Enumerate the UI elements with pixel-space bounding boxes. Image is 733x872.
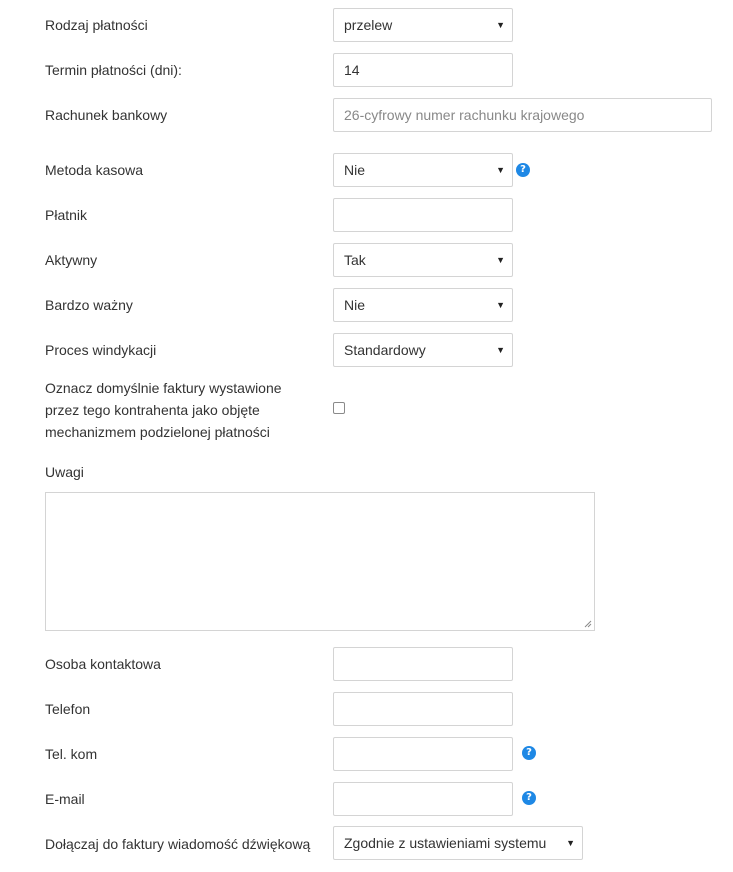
very-important-label: Bardzo ważny bbox=[45, 297, 133, 313]
split-payment-label-line: przez tego kontrahenta jako objęte bbox=[45, 402, 260, 418]
notes-textarea[interactable] bbox=[45, 492, 595, 631]
split-payment-label-line: Oznacz domyślnie faktury wystawione bbox=[45, 380, 282, 396]
cash-method-value: Nie bbox=[344, 162, 366, 178]
collection-process-value: Standardowy bbox=[344, 342, 426, 358]
active-value: Tak bbox=[344, 252, 366, 268]
caret-down-icon: ▼ bbox=[496, 300, 505, 310]
caret-down-icon: ▼ bbox=[496, 20, 505, 30]
voice-message-label: Dołączaj do faktury wiadomość dźwiękową bbox=[45, 836, 311, 852]
help-icon[interactable]: ? bbox=[522, 791, 536, 805]
voice-message-value: Zgodnie z ustawieniami systemu bbox=[344, 835, 547, 851]
caret-down-icon: ▼ bbox=[566, 838, 575, 848]
resize-grip-icon[interactable] bbox=[584, 620, 592, 628]
payment-type-label: Rodzaj płatności bbox=[45, 17, 148, 33]
payment-type-value: przelew bbox=[344, 17, 393, 33]
bank-account-input[interactable]: 26-cyfrowy numer rachunku krajowego bbox=[333, 98, 712, 132]
bank-account-label: Rachunek bankowy bbox=[45, 107, 168, 123]
mobile-input[interactable] bbox=[333, 737, 513, 771]
split-payment-label: Oznacz domyślnie faktury wystawione prze… bbox=[45, 377, 282, 443]
payment-term-label: Termin płatności (dni): bbox=[45, 62, 182, 78]
payer-label: Płatnik bbox=[45, 207, 88, 223]
email-input[interactable] bbox=[333, 782, 513, 816]
very-important-select[interactable]: Nie ▼ bbox=[333, 288, 513, 322]
caret-down-icon: ▼ bbox=[496, 165, 505, 175]
collection-process-select[interactable]: Standardowy ▼ bbox=[333, 333, 513, 367]
very-important-value: Nie bbox=[344, 297, 366, 313]
phone-input[interactable] bbox=[333, 692, 513, 726]
contact-person-label: Osoba kontaktowa bbox=[45, 656, 161, 672]
caret-down-icon: ▼ bbox=[496, 345, 505, 355]
voice-message-select[interactable]: Zgodnie z ustawieniami systemu ▼ bbox=[333, 826, 583, 860]
cash-method-label: Metoda kasowa bbox=[45, 162, 144, 178]
mobile-label: Tel. kom bbox=[45, 746, 98, 762]
payment-term-value: 14 bbox=[344, 62, 360, 78]
collection-process-label: Proces windykacji bbox=[45, 342, 157, 358]
bank-account-placeholder: 26-cyfrowy numer rachunku krajowego bbox=[344, 107, 585, 123]
caret-down-icon: ▼ bbox=[496, 255, 505, 265]
split-payment-checkbox[interactable] bbox=[333, 402, 345, 414]
help-icon[interactable]: ? bbox=[522, 746, 536, 760]
active-select[interactable]: Tak ▼ bbox=[333, 243, 513, 277]
active-label: Aktywny bbox=[45, 252, 98, 268]
cash-method-select[interactable]: Nie ▼ bbox=[333, 153, 513, 187]
payment-term-input[interactable]: 14 bbox=[333, 53, 513, 87]
phone-label: Telefon bbox=[45, 701, 91, 717]
email-label: E-mail bbox=[45, 791, 85, 807]
help-icon[interactable]: ? bbox=[516, 163, 530, 177]
contact-person-input[interactable] bbox=[333, 647, 513, 681]
split-payment-label-line: mechanizmem podzielonej płatności bbox=[45, 424, 270, 440]
payment-type-select[interactable]: przelew ▼ bbox=[333, 8, 513, 42]
payer-input[interactable] bbox=[333, 198, 513, 232]
notes-label: Uwagi bbox=[45, 464, 84, 480]
